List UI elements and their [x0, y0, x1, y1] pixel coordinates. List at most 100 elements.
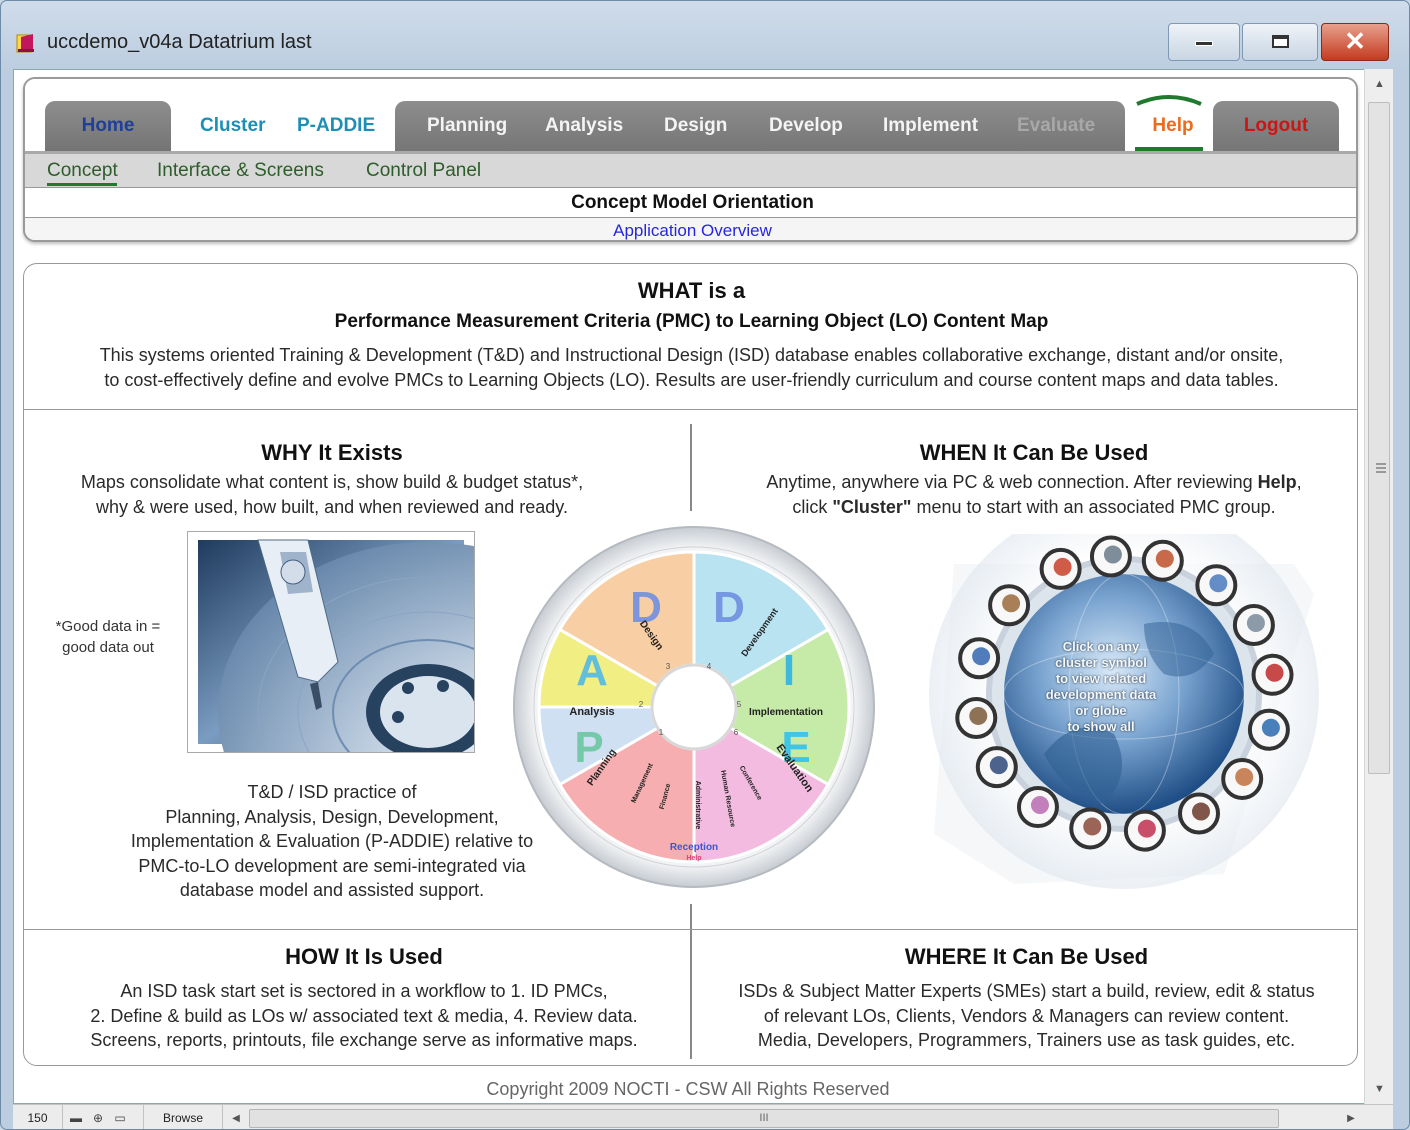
when-text-2: click "Cluster" menu to start with an as…	[724, 495, 1344, 520]
good-data-note: *Good data in = good data out	[48, 616, 168, 658]
paddie-wheel[interactable]: PAD DIEAnalysis ImplementationDesign Develo…	[504, 522, 884, 892]
wheel-number-6: 6	[734, 728, 739, 737]
scroll-down-arrow-icon[interactable]: ▼	[1365, 1074, 1394, 1104]
cluster-symbol-icon-5	[989, 756, 1008, 775]
wheel-reception-label[interactable]: Reception	[670, 842, 718, 853]
tab-develop[interactable]: Develop	[769, 101, 843, 151]
cluster-symbol-icon-9	[1192, 802, 1210, 821]
cluster-symbol-icon-6	[1030, 796, 1049, 815]
horizontal-scroll-thumb[interactable]: III	[249, 1109, 1279, 1128]
scroll-left-arrow-icon[interactable]: ◀	[223, 1105, 249, 1129]
tab-help[interactable]: Help	[1133, 95, 1213, 151]
when-text-2a: click	[792, 497, 833, 517]
tab-strip: Home Cluster P-ADDIE Planning Analysis D…	[25, 79, 1356, 151]
tab-design[interactable]: Design	[664, 101, 727, 151]
wheel-number-1: 1	[659, 728, 664, 737]
good-data-note-1: *Good data in =	[55, 618, 161, 635]
cluster-symbol-icon-15	[1155, 549, 1174, 568]
nav-panel: Home Cluster P-ADDIE Planning Analysis D…	[23, 77, 1358, 242]
when-title: WHEN It Can Be Used	[919, 440, 1149, 465]
tab-logout[interactable]: Logout	[1213, 101, 1339, 151]
minimize-icon	[1195, 41, 1213, 46]
zoom-out-icon[interactable]: ▬	[67, 1110, 85, 1126]
status-area-icon[interactable]: ▭	[111, 1110, 129, 1126]
tab-planning[interactable]: Planning	[427, 101, 507, 151]
tab-group-cluster: Cluster P-ADDIE	[175, 101, 393, 151]
wheel-help-label[interactable]: Help	[686, 855, 701, 862]
what-text-1: This systems oriented Training & Develop…	[99, 345, 1284, 365]
wheel-letter-a: A	[576, 646, 608, 695]
wheel-letter-i: I	[783, 646, 795, 695]
cluster-symbol-icon-12	[1265, 663, 1284, 682]
content-panel: WHAT is a Performance Measurement Criter…	[23, 263, 1358, 1066]
wheel-number-4: 4	[707, 662, 712, 671]
divider-bottom	[24, 929, 1357, 930]
when-cluster-ref: "Cluster"	[832, 497, 912, 517]
divider-top	[24, 409, 1357, 410]
wheel-number-2: 2	[639, 700, 644, 709]
cluster-symbol-icon-14	[1209, 574, 1228, 593]
vertical-scroll-thumb[interactable]	[1368, 102, 1390, 774]
where-text-3: Media, Developers, Programmers, Trainers…	[757, 1030, 1296, 1050]
how-title: HOW It Is Used	[285, 944, 443, 969]
maximize-icon	[1271, 35, 1289, 48]
tab-home[interactable]: Home	[45, 101, 171, 151]
tab-analysis[interactable]: Analysis	[545, 101, 623, 151]
zoom-level[interactable]: 150	[13, 1105, 63, 1129]
scroll-right-arrow-icon[interactable]: ▶	[1338, 1105, 1364, 1129]
wheel-number-5: 5	[737, 700, 742, 709]
close-button[interactable]: ✕	[1321, 23, 1389, 61]
hard-drive-picture	[198, 539, 638, 882]
subnav-bar: Concept Interface & Screens Control Pane…	[25, 151, 1356, 187]
where-title: WHERE It Can Be Used	[904, 944, 1149, 969]
good-data-note-2: good data out	[62, 639, 154, 656]
minimize-button[interactable]	[1168, 23, 1240, 61]
zoom-in-icon[interactable]: ⊕	[89, 1110, 107, 1126]
cluster-symbol-icon-8	[1137, 819, 1156, 838]
tab-cluster[interactable]: Cluster	[200, 101, 265, 151]
globe-instructions: Click on any cluster symbol to view rela…	[1026, 639, 1176, 735]
where-text-1: ISDs & Subject Matter Experts (SMEs) sta…	[738, 981, 1315, 1001]
title-bar[interactable]: uccdemo_v04a Datatrium last ✕	[1, 1, 1409, 73]
hard-drive-image	[187, 531, 638, 882]
page-heading: Concept Model Orientation	[25, 187, 1356, 217]
globe-line-4: development data	[1045, 687, 1157, 702]
globe-line-2: cluster symbol	[1055, 655, 1147, 670]
maximize-button[interactable]	[1242, 23, 1318, 61]
subtab-control-panel[interactable]: Control Panel	[366, 160, 481, 182]
when-text-1c: ,	[1296, 472, 1302, 492]
wheel-number-3: 3	[666, 662, 671, 671]
tab-paddie[interactable]: P-ADDIE	[297, 101, 375, 151]
mode-indicator[interactable]: Browse	[143, 1105, 223, 1129]
status-bar: 150 ▬ ⊕ ▭ Browse ◀ III ▶	[13, 1104, 1393, 1129]
divider-mid-upper	[690, 424, 692, 511]
where-text-2: of relevant LOs, Clients, Vendors & Mana…	[763, 1006, 1290, 1026]
cluster-symbol-icon-4	[969, 706, 988, 725]
when-text-2c: menu to start with an associated PMC gro…	[911, 497, 1276, 517]
application-overview-link[interactable]: Application Overview	[25, 217, 1356, 240]
why-title: WHY It Exists	[261, 440, 403, 465]
help-arc-indicator	[1136, 95, 1202, 106]
cluster-symbol-icon-16	[1103, 545, 1122, 564]
window-title: uccdemo_v04a Datatrium last	[47, 31, 312, 53]
what-title: WHAT is a	[637, 278, 746, 303]
how-text-3: Screens, reports, printouts, file exchan…	[90, 1030, 638, 1050]
cluster-symbol-icon-1	[1053, 557, 1072, 576]
when-text-1: Anytime, anywhere via PC & web connectio…	[724, 470, 1344, 495]
cluster-symbol-icon-11	[1261, 718, 1280, 737]
when-text-1a: Anytime, anywhere via PC & web connectio…	[766, 472, 1258, 492]
what-text-2: to cost-effectively define and evolve PM…	[104, 370, 1279, 390]
why-text-2: why & were used, how built, and when rev…	[96, 497, 568, 517]
how-text-1: An ISD task start set is sectored in a w…	[120, 981, 608, 1001]
wheel-label-analysis: Analysis	[569, 706, 614, 718]
tab-implement[interactable]: Implement	[883, 101, 978, 151]
tab-evaluate: Evaluate	[1017, 115, 1096, 136]
scroll-up-arrow-icon[interactable]: ▲	[1365, 69, 1394, 99]
tab-logout-label: Logout	[1243, 115, 1309, 136]
wheel-label-administrative: Administrative	[694, 781, 701, 830]
what-subtitle: Performance Measurement Criteria (PMC) t…	[334, 311, 1049, 332]
subtab-concept[interactable]: Concept	[47, 160, 118, 182]
subtab-interface-screens[interactable]: Interface & Screens	[157, 160, 324, 182]
why-text-1: Maps consolidate what content is, show b…	[80, 472, 584, 492]
vertical-scrollbar[interactable]: ▲ ▼	[1364, 69, 1393, 1104]
